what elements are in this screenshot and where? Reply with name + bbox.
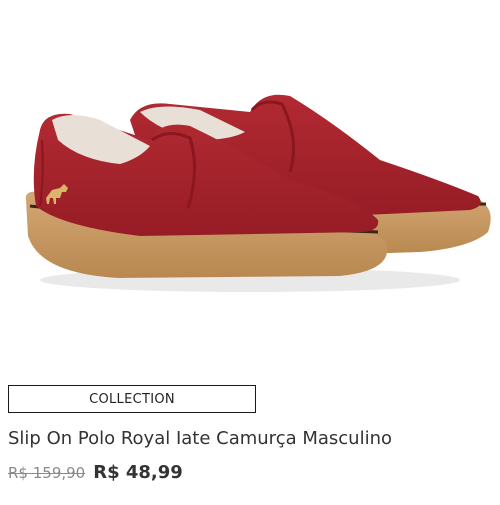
product-title[interactable]: Slip On Polo Royal Iate Camurça Masculin… xyxy=(8,428,392,449)
collection-badge: COLLECTION xyxy=(8,385,256,413)
product-image[interactable] xyxy=(0,0,500,370)
price-row: R$ 159,90 R$ 48,99 xyxy=(8,462,183,483)
old-price: R$ 159,90 xyxy=(8,464,86,482)
current-price: R$ 48,99 xyxy=(93,462,183,483)
